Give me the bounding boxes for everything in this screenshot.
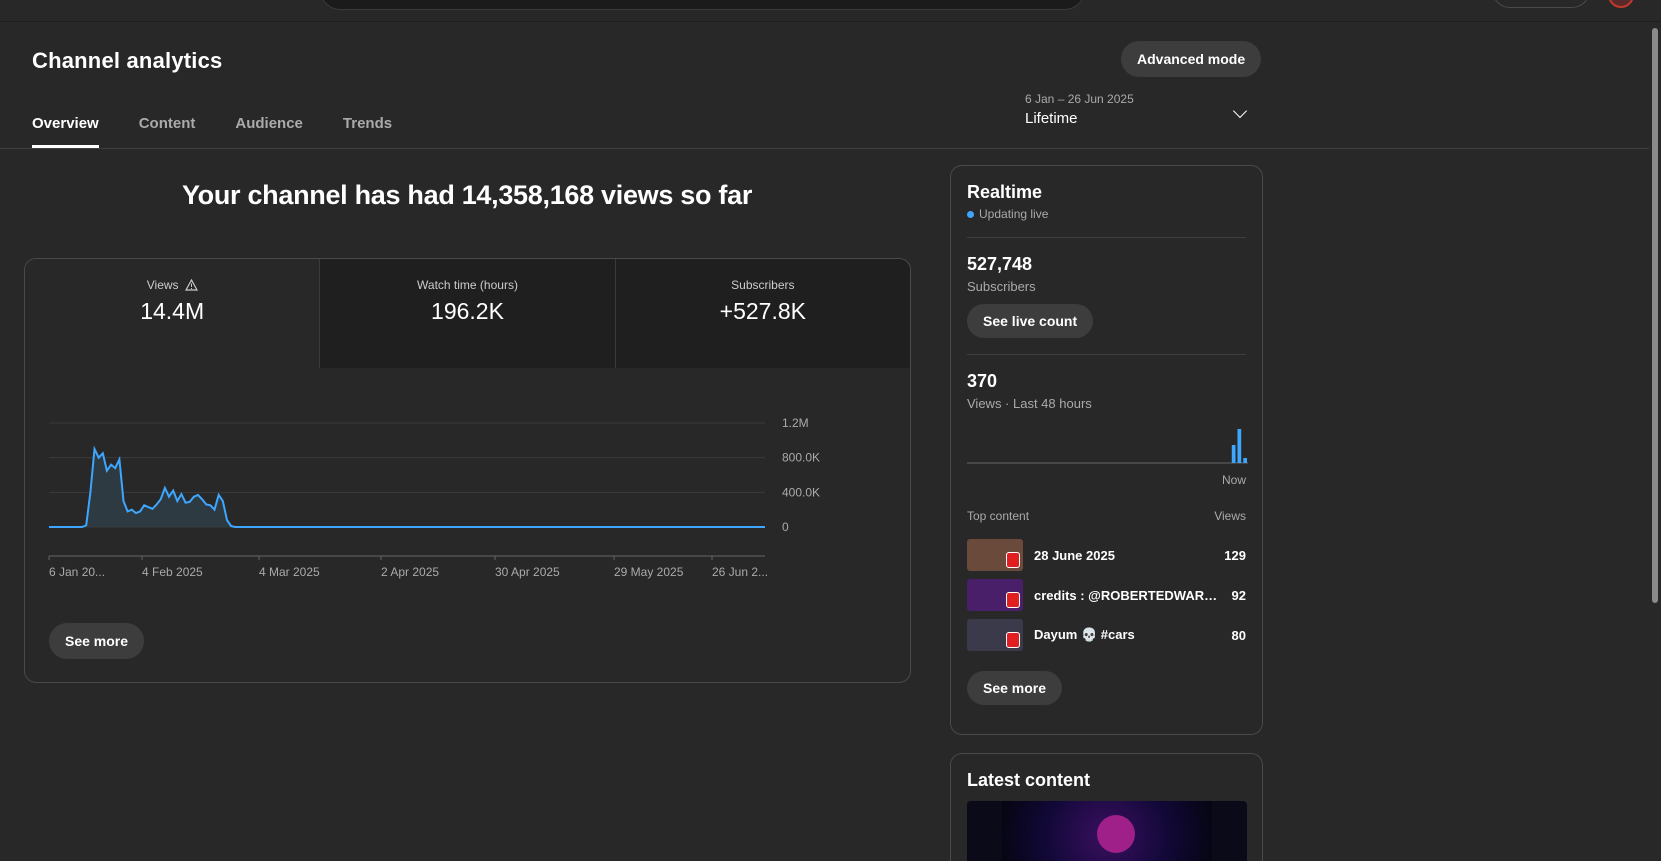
metric-tabs: Views 14.4M Watch time (hours) 196.2K Su… xyxy=(25,259,910,368)
metric-label: Subscribers xyxy=(731,278,795,292)
x-tick-label: 6 Jan 20... xyxy=(49,565,105,579)
spark-bar xyxy=(1231,445,1236,463)
overview-metrics-card: Views 14.4M Watch time (hours) 196.2K Su… xyxy=(24,258,911,683)
views-line-chart[interactable]: 1.2M 800.0K 400.0K 0 6 Jan 20... 4 Feb 2025 4 … xyxy=(25,368,910,583)
video-title[interactable]: Dayum 💀 #cars xyxy=(1034,627,1220,643)
tab-bar: Overview Content Audience Trends xyxy=(32,104,432,148)
realtime-card: Realtime Updating live 527,748 Subscribe… xyxy=(950,165,1263,735)
shorts-icon xyxy=(1006,592,1020,608)
video-thumbnail[interactable] xyxy=(967,579,1023,611)
warning-icon[interactable] xyxy=(184,279,198,291)
video-views: 129 xyxy=(1224,547,1246,563)
metric-label: Views xyxy=(25,278,319,292)
x-tick-label: 4 Feb 2025 xyxy=(142,565,203,579)
video-title[interactable]: 28 June 2025 xyxy=(1034,548,1212,563)
metric-tab-watch-time[interactable]: Watch time (hours) 196.2K xyxy=(319,259,615,368)
thumbnail-figure xyxy=(1097,815,1135,853)
shorts-icon xyxy=(1006,552,1020,568)
metric-value: 196.2K xyxy=(431,298,504,324)
top-content-row[interactable]: credits : @ROBERTEDWARD... 92 xyxy=(967,579,1246,611)
realtime-views-label: Views · Last 48 hours xyxy=(967,396,1092,411)
metric-value: 14.4M xyxy=(140,298,205,324)
top-content-header: Top content Views xyxy=(967,509,1246,523)
live-dot-icon xyxy=(967,210,974,218)
realtime-see-more-button[interactable]: See more xyxy=(967,671,1063,705)
advanced-mode-button[interactable]: Advanced mode xyxy=(1121,41,1262,77)
create-button[interactable] xyxy=(1492,0,1590,8)
realtime-views-value: 370 xyxy=(967,371,998,391)
x-tick-label: 4 Mar 2025 xyxy=(259,565,320,579)
x-tick-label: 2 Apr 2025 xyxy=(381,565,439,579)
latest-video-thumbnail[interactable] xyxy=(967,801,1247,861)
realtime-views-sparkline[interactable]: Now xyxy=(967,419,1248,487)
latest-content-title: Latest content xyxy=(967,770,1091,790)
top-content-label: Top content xyxy=(967,509,1030,523)
top-content-list: 28 June 2025 129 credits : @ROBERTEDWARD… xyxy=(967,539,1246,651)
video-thumbnail[interactable] xyxy=(967,619,1023,651)
tabs-divider xyxy=(0,148,1649,149)
y-tick-label: 800.0K xyxy=(782,451,820,465)
scrollbar-thumb[interactable] xyxy=(1652,28,1658,603)
metric-tab-views[interactable]: Views 14.4M xyxy=(25,259,320,368)
y-tick-label: 400.0K xyxy=(782,485,820,499)
video-views: 80 xyxy=(1231,627,1246,643)
top-bar xyxy=(0,0,1661,22)
tab-content[interactable]: Content xyxy=(139,104,196,148)
spark-bar xyxy=(1237,429,1242,463)
latest-content-card: Latest content xyxy=(950,753,1263,861)
live-status-text: Updating live xyxy=(979,207,1049,221)
tab-audience[interactable]: Audience xyxy=(235,104,303,148)
x-tick-label: 29 May 2025 xyxy=(614,565,684,579)
top-content-row[interactable]: 28 June 2025 129 xyxy=(967,539,1246,571)
tab-overview[interactable]: Overview xyxy=(32,104,99,148)
series-area xyxy=(49,449,765,527)
video-title[interactable]: credits : @ROBERTEDWARD... xyxy=(1034,588,1220,603)
y-tick-label: 1.2M xyxy=(782,416,809,430)
x-tick-label: 30 Apr 2025 xyxy=(495,565,560,579)
see-live-count-button[interactable]: See live count xyxy=(967,304,1094,338)
live-status: Updating live xyxy=(967,207,1246,221)
tab-trends[interactable]: Trends xyxy=(343,104,392,148)
now-label: Now xyxy=(1221,473,1246,487)
divider xyxy=(967,237,1246,238)
scrollbar[interactable] xyxy=(1649,22,1661,861)
realtime-subscribers-value: 527,748 xyxy=(967,254,1033,274)
top-content-row[interactable]: Dayum 💀 #cars 80 xyxy=(967,619,1246,651)
date-range-picker[interactable]: 6 Jan – 26 Jun 2025 Lifetime xyxy=(1025,92,1255,136)
x-tick-label: 26 Jun 2... xyxy=(712,565,768,579)
divider xyxy=(967,354,1246,355)
realtime-title: Realtime xyxy=(967,182,1043,202)
y-tick-label: 0 xyxy=(782,520,789,534)
video-thumbnail[interactable] xyxy=(967,539,1023,571)
page-title: Channel analytics xyxy=(32,48,223,73)
realtime-subscribers-label: Subscribers xyxy=(967,279,1036,294)
see-more-button[interactable]: See more xyxy=(49,623,145,659)
video-views: 92 xyxy=(1231,587,1246,603)
metric-tab-subscribers[interactable]: Subscribers +527.8K xyxy=(614,259,910,368)
search-bar[interactable] xyxy=(320,0,1085,10)
shorts-icon xyxy=(1006,632,1020,648)
lifetime-views-headline: Your channel has had 14,358,168 views so… xyxy=(181,180,753,210)
spark-bar xyxy=(1243,458,1247,463)
views-column-label: Views xyxy=(1214,509,1246,523)
date-period-text: Lifetime xyxy=(1025,110,1078,127)
date-range-text: 6 Jan – 26 Jun 2025 xyxy=(1025,92,1134,106)
metric-label: Watch time (hours) xyxy=(417,278,518,292)
metric-value: +527.8K xyxy=(719,298,806,324)
metric-label-text: Views xyxy=(146,278,179,292)
avatar[interactable] xyxy=(1608,0,1634,8)
